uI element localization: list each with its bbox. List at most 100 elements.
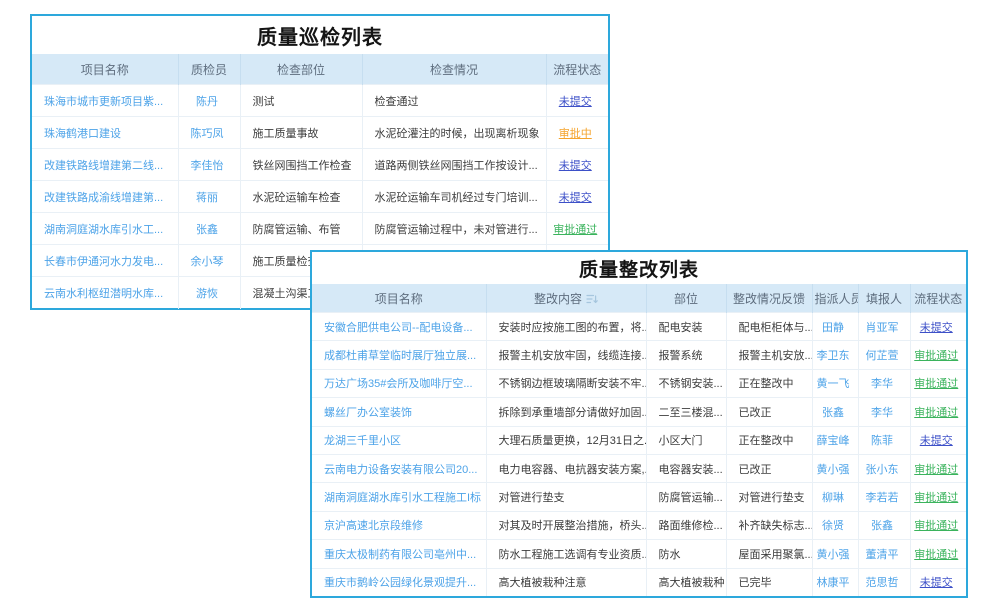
status-link[interactable]: 审批中 xyxy=(559,128,592,140)
rectify-content-text: 电力电容器、电抗器安装方案,... xyxy=(499,464,647,476)
table-cell: 徐贤 xyxy=(812,511,858,539)
table-cell: 审批通过 xyxy=(910,454,966,482)
project-link[interactable]: 重庆市鹅岭公园绿化景观提升... xyxy=(324,577,476,589)
reporter-link[interactable]: 范思哲 xyxy=(866,577,899,589)
table-cell: 张鑫 xyxy=(812,398,858,426)
column-header-reporter: 填报人 xyxy=(858,284,910,313)
project-link[interactable]: 京沪高速北京段维修 xyxy=(324,520,423,532)
table-row: 成都杜甫草堂临时展厅独立展...报警主机安放牢固，线缆连接...报警系统报警主机… xyxy=(312,341,966,369)
column-header-content[interactable]: 整改内容 xyxy=(486,284,646,313)
assignee-link[interactable]: 黄一飞 xyxy=(817,378,850,390)
table-cell: 黄小强 xyxy=(812,540,858,568)
status-link[interactable]: 审批通过 xyxy=(914,378,958,390)
project-link[interactable]: 改建铁路成渝线增建第... xyxy=(44,192,163,204)
assignee-link[interactable]: 薛宝峰 xyxy=(817,435,850,447)
project-link[interactable]: 螺丝厂办公室装饰 xyxy=(324,407,412,419)
project-link[interactable]: 重庆太极制药有限公司亳州中... xyxy=(324,549,476,561)
reporter-link[interactable]: 肖亚军 xyxy=(866,322,899,334)
inspector-link[interactable]: 李佳怡 xyxy=(191,160,224,172)
project-link[interactable]: 万达广场35#会所及咖啡厅空... xyxy=(324,378,473,390)
table-cell: 珠海鹤港口建设 xyxy=(32,117,178,149)
status-link[interactable]: 未提交 xyxy=(559,160,592,172)
status-link[interactable]: 未提交 xyxy=(559,96,592,108)
rectify-content-text: 对管进行垫支 xyxy=(499,492,565,504)
table-cell: 珠海市城市更新项目紫... xyxy=(32,85,178,117)
table-cell: 报警主机安放... xyxy=(726,341,812,369)
project-link[interactable]: 成都杜甫草堂临时展厅独立展... xyxy=(324,350,476,362)
assignee-link[interactable]: 徐贤 xyxy=(822,520,844,532)
status-link[interactable]: 审批通过 xyxy=(914,350,958,362)
assignee-link[interactable]: 黄小强 xyxy=(817,549,850,561)
rectify-content-text: 不锈钢边框玻璃隔断安装不牢... xyxy=(499,378,647,390)
reporter-link[interactable]: 董清平 xyxy=(866,549,899,561)
reporter-link[interactable]: 陈菲 xyxy=(871,435,893,447)
project-link[interactable]: 安徽合肥供电公司--配电设备... xyxy=(324,322,473,334)
project-link[interactable]: 长春市伊通河水力发电... xyxy=(44,256,163,268)
rectify-content-text: 拆除到承重墙部分请做好加固... xyxy=(499,407,647,419)
table-cell: 防腐管运输过程中，未对管进行... xyxy=(362,213,546,245)
feedback-text: 已改正 xyxy=(739,464,772,476)
column-header-status: 流程状态 xyxy=(546,54,608,85)
inspection-part-text: 施工质量检查 xyxy=(253,256,319,268)
reporter-link[interactable]: 张鑫 xyxy=(871,520,893,532)
reporter-link[interactable]: 张小东 xyxy=(866,464,899,476)
column-header-label: 流程状态 xyxy=(914,292,962,306)
project-link[interactable]: 云南电力设备安装有限公司20... xyxy=(324,464,477,476)
table-cell: 李华 xyxy=(858,398,910,426)
inspection-part-text: 测试 xyxy=(253,96,275,108)
reporter-link[interactable]: 何芷萱 xyxy=(866,350,899,362)
status-link[interactable]: 未提交 xyxy=(559,192,592,204)
inspector-link[interactable]: 陈丹 xyxy=(196,96,218,108)
assignee-link[interactable]: 张鑫 xyxy=(822,407,844,419)
assignee-link[interactable]: 田静 xyxy=(822,322,844,334)
inspection-table-title: 质量巡检列表 xyxy=(32,16,608,54)
table-cell: 余小琴 xyxy=(178,245,240,277)
project-link[interactable]: 龙湖三千里小区 xyxy=(324,435,401,447)
project-link[interactable]: 湖南洞庭湖水库引水工程施工I标 xyxy=(324,492,481,504)
table-cell: 道路两侧铁丝网围挡工作按设计... xyxy=(362,149,546,181)
table-cell: 陈巧凤 xyxy=(178,117,240,149)
reporter-link[interactable]: 李若若 xyxy=(866,492,899,504)
status-link[interactable]: 审批通过 xyxy=(914,549,958,561)
sort-icon[interactable] xyxy=(586,293,598,305)
inspector-link[interactable]: 张鑫 xyxy=(196,224,218,236)
table-cell: 报警系统 xyxy=(646,341,726,369)
column-header-feedback: 整改情况反馈 xyxy=(726,284,812,313)
table-cell: 不锈钢安装... xyxy=(646,369,726,397)
status-link[interactable]: 审批通过 xyxy=(914,464,958,476)
part-text: 电容器安装... xyxy=(659,464,723,476)
status-link[interactable]: 审批通过 xyxy=(914,492,958,504)
inspector-link[interactable]: 陈巧凤 xyxy=(191,128,224,140)
reporter-link[interactable]: 李华 xyxy=(871,378,893,390)
table-row: 重庆市鹅岭公园绿化景观提升...高大植被栽种注意高大植被栽种已完毕林康平范思哲未… xyxy=(312,568,966,596)
table-row: 龙湖三千里小区大理石质量更换，12月31日之...小区大门正在整改中薛宝峰陈菲未… xyxy=(312,426,966,454)
column-header-label: 流程状态 xyxy=(553,63,601,77)
reporter-link[interactable]: 李华 xyxy=(871,407,893,419)
assignee-link[interactable]: 林康平 xyxy=(817,577,850,589)
table-cell: 水泥砼运输车检查 xyxy=(240,181,362,213)
assignee-link[interactable]: 黄小强 xyxy=(817,464,850,476)
part-text: 防腐管运输... xyxy=(659,492,723,504)
project-link[interactable]: 珠海市城市更新项目紫... xyxy=(44,96,163,108)
inspector-link[interactable]: 余小琴 xyxy=(191,256,224,268)
project-link[interactable]: 珠海鹤港口建设 xyxy=(44,128,121,140)
assignee-link[interactable]: 柳琳 xyxy=(822,492,844,504)
status-link[interactable]: 未提交 xyxy=(920,577,953,589)
project-link[interactable]: 湖南洞庭湖水库引水工... xyxy=(44,224,163,236)
table-cell: 未提交 xyxy=(546,149,608,181)
status-link[interactable]: 审批通过 xyxy=(914,407,958,419)
table-cell: 张小东 xyxy=(858,454,910,482)
assignee-link[interactable]: 李卫东 xyxy=(817,350,850,362)
status-link[interactable]: 审批通过 xyxy=(914,520,958,532)
status-link[interactable]: 未提交 xyxy=(920,435,953,447)
table-cell: 水泥砼灌注的时候，出现离析现象 xyxy=(362,117,546,149)
table-cell: 蒋丽 xyxy=(178,181,240,213)
table-cell: 电容器安装... xyxy=(646,454,726,482)
project-link[interactable]: 云南水利枢纽潜明水库... xyxy=(44,288,163,300)
table-cell: 游恢 xyxy=(178,277,240,309)
inspector-link[interactable]: 游恢 xyxy=(196,288,218,300)
project-link[interactable]: 改建铁路线增建第二线... xyxy=(44,160,163,172)
status-link[interactable]: 审批通过 xyxy=(553,224,597,236)
status-link[interactable]: 未提交 xyxy=(920,322,953,334)
inspector-link[interactable]: 蒋丽 xyxy=(196,192,218,204)
